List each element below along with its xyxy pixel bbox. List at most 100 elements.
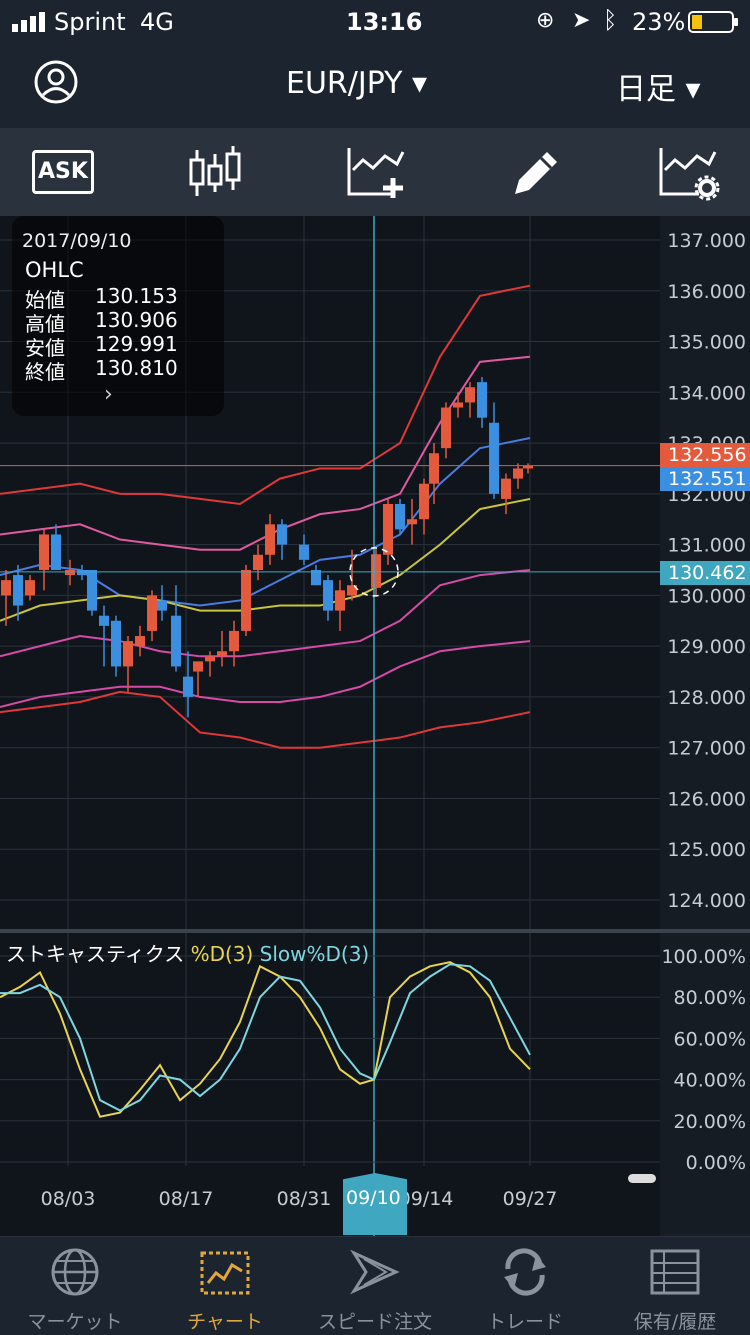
osc-axis-label: 60.00% <box>674 1028 746 1050</box>
candle-body <box>65 570 75 576</box>
price-axis-label: 137.000 <box>667 230 746 252</box>
candle-body <box>77 570 87 576</box>
tab-chart[interactable]: チャート <box>150 1237 300 1335</box>
rotation-lock-icon: ⊕ <box>536 8 555 33</box>
status-bar: Sprint 4G 13:16 ⊕ ➤ ᛒ 23% <box>0 0 750 44</box>
candle-body <box>99 615 109 626</box>
bid-price-tag: 132.551 <box>660 467 750 491</box>
candle-body <box>123 641 133 667</box>
account-icon[interactable] <box>34 60 78 104</box>
candle-body <box>241 570 251 631</box>
candle-body <box>171 615 181 667</box>
candle-body <box>477 382 487 418</box>
ohlc-date: 2017/09/10 <box>22 230 132 252</box>
price-axis-label: 134.000 <box>667 382 746 404</box>
ohlc-info-panel[interactable]: 2017/09/10 OHLC 始値 130.153 高値 130.906 安値 12… <box>12 216 224 416</box>
candle-body <box>429 453 439 484</box>
pencil-icon <box>515 152 557 194</box>
ohlc-value: 130.906 <box>95 308 178 332</box>
candle-body <box>135 636 145 647</box>
ohlc-label: 終値 <box>25 360 65 384</box>
selected-date-tag: 09/10 <box>343 1173 407 1235</box>
history-icon <box>650 1249 700 1295</box>
candle-body <box>513 468 523 479</box>
osc-axis-label: 20.00% <box>674 1111 746 1133</box>
ohlc-title: OHLC <box>25 258 84 282</box>
osc-axis-label: 0.00% <box>686 1152 746 1174</box>
candle-body <box>265 524 275 555</box>
candle-body <box>299 544 309 560</box>
date-axis-label: 08/03 <box>41 1188 96 1210</box>
ask-button[interactable]: ASK <box>0 128 150 216</box>
network-label: 4G <box>140 8 174 36</box>
candle-body <box>453 402 463 408</box>
date-axis-label: 08/17 <box>159 1188 214 1210</box>
candle-body <box>1 580 11 596</box>
candle-body <box>465 387 475 403</box>
price-axis-label: 125.000 <box>667 839 746 861</box>
price-axis-label: 128.000 <box>667 687 746 709</box>
osc-axis-label: 80.00% <box>674 987 746 1009</box>
trade-icon <box>504 1248 546 1296</box>
price-axis-label: 124.000 <box>667 890 746 912</box>
candle-body <box>25 580 35 596</box>
date-axis-label: 08/31 <box>277 1188 332 1210</box>
candle-body <box>147 595 157 631</box>
tab-label: チャート <box>187 1311 263 1333</box>
moving-average-short <box>0 437 531 607</box>
candle-body <box>489 422 499 494</box>
location-icon: ➤ <box>572 8 591 33</box>
bluetooth-icon: ᛒ <box>603 6 618 34</box>
candle-body <box>383 504 393 555</box>
currency-pair-selector[interactable]: EUR/JPY ▾ <box>286 66 427 101</box>
tab-speed-order[interactable]: スピード注文 <box>300 1237 450 1335</box>
price-axis-label: 135.000 <box>667 332 746 354</box>
indicator-legend: ストキャスティクス %D(3) Slow%D(3) <box>6 938 369 967</box>
selected-date-label: 09/10 <box>346 1187 401 1209</box>
ask-price-tag: 132.556 <box>660 443 750 467</box>
chevron-right-icon[interactable]: › <box>104 382 113 407</box>
candle-body <box>157 600 167 611</box>
lower-band-1 <box>0 569 531 658</box>
chart-settings-icon <box>659 148 720 201</box>
candle-body <box>277 524 287 545</box>
slow-d-label: Slow%D(3) <box>259 942 370 966</box>
candle-body <box>371 554 381 588</box>
price-axis-label: 127.000 <box>667 738 746 760</box>
candle-body <box>193 661 203 672</box>
draw-button[interactable] <box>460 128 610 216</box>
battery-percent: 23% <box>632 8 686 36</box>
globe-icon <box>51 1248 99 1296</box>
ask-label: ASK <box>32 150 94 194</box>
tab-positions-history[interactable]: 保有/履歴 <box>600 1237 750 1335</box>
candle-body <box>395 504 405 530</box>
tab-trade[interactable]: トレード <box>450 1237 600 1335</box>
price-axis-label: 131.000 <box>667 535 746 557</box>
candle-body <box>87 570 97 611</box>
stochastic-slow-d-line <box>0 963 531 1112</box>
price-axis-label: 130.000 <box>667 585 746 607</box>
tab-label: マーケット <box>27 1311 123 1333</box>
tab-label: トレード <box>486 1311 563 1333</box>
candle-body <box>253 554 263 570</box>
signal-icon <box>12 12 45 32</box>
indicator-name: ストキャスティクス <box>6 942 185 966</box>
tab-market[interactable]: マーケット <box>0 1237 150 1335</box>
clock: 13:16 <box>346 8 423 36</box>
osc-axis-label: 40.00% <box>674 1070 746 1092</box>
period-selector[interactable]: 日足 ▾ <box>616 64 701 108</box>
chart-toolbar: ASK <box>0 128 750 216</box>
candle-body <box>13 575 23 606</box>
add-indicator-button[interactable] <box>300 128 450 216</box>
price-axis-label: 136.000 <box>667 281 746 303</box>
cursor-price-tag: 130.462 <box>660 561 750 585</box>
chart-type-button[interactable] <box>140 128 290 216</box>
date-axis-label: 09/27 <box>503 1188 558 1210</box>
candle-body <box>217 651 227 657</box>
osc-axis-label: 100.00% <box>661 946 746 968</box>
chart-settings-button[interactable] <box>612 128 750 216</box>
scroll-indicator[interactable] <box>628 1174 656 1183</box>
add-indicator-icon <box>347 148 405 198</box>
candle-body <box>323 580 333 611</box>
candle-body <box>407 519 417 525</box>
